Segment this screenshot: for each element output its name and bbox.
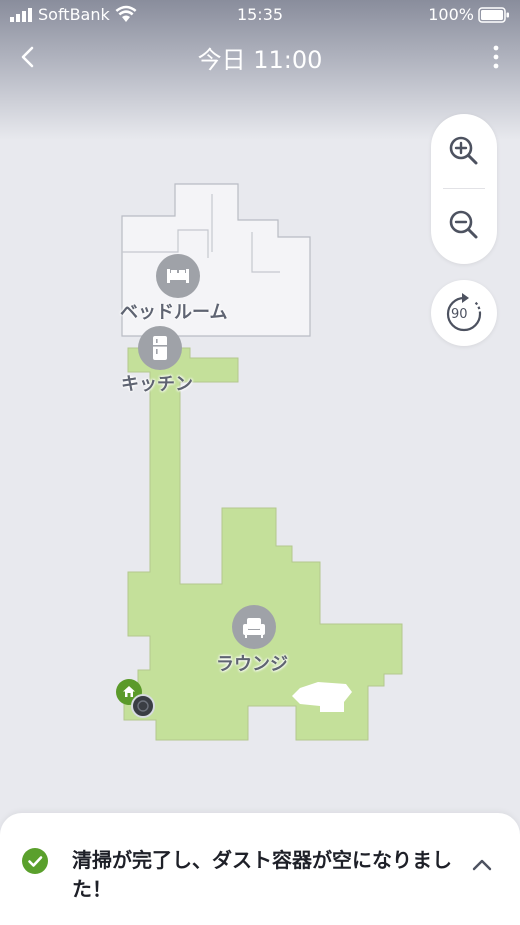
armchair-icon bbox=[243, 618, 265, 638]
room-label-kitchen: キッチン bbox=[121, 374, 193, 395]
cleaned-area bbox=[123, 347, 403, 741]
room-kitchen-button[interactable] bbox=[138, 326, 182, 370]
rotate-map-button[interactable]: 90 bbox=[431, 280, 497, 346]
zoom-out-icon[interactable] bbox=[444, 205, 484, 245]
notification-message: 清掃が完了し、ダスト容器が空になりました！ bbox=[72, 848, 452, 901]
bed-icon bbox=[167, 269, 189, 283]
room-label-bedroom: ベッドルーム bbox=[120, 302, 228, 323]
zoom-controls bbox=[431, 114, 497, 264]
room-lounge-button[interactable] bbox=[232, 605, 276, 649]
room-bedroom-button[interactable] bbox=[156, 254, 200, 298]
check-circle-icon bbox=[22, 848, 48, 874]
zoom-divider bbox=[443, 188, 485, 189]
chevron-up-icon[interactable] bbox=[470, 853, 494, 877]
rotate-angle: 90 bbox=[451, 307, 468, 322]
robot-icon bbox=[131, 694, 155, 718]
refrigerator-icon bbox=[153, 336, 167, 360]
notification-sheet[interactable]: 清掃が完了し、ダスト容器が空になりました！ bbox=[0, 813, 520, 925]
zoom-in-icon[interactable] bbox=[444, 131, 484, 171]
room-label-lounge: ラウンジ bbox=[216, 654, 288, 675]
